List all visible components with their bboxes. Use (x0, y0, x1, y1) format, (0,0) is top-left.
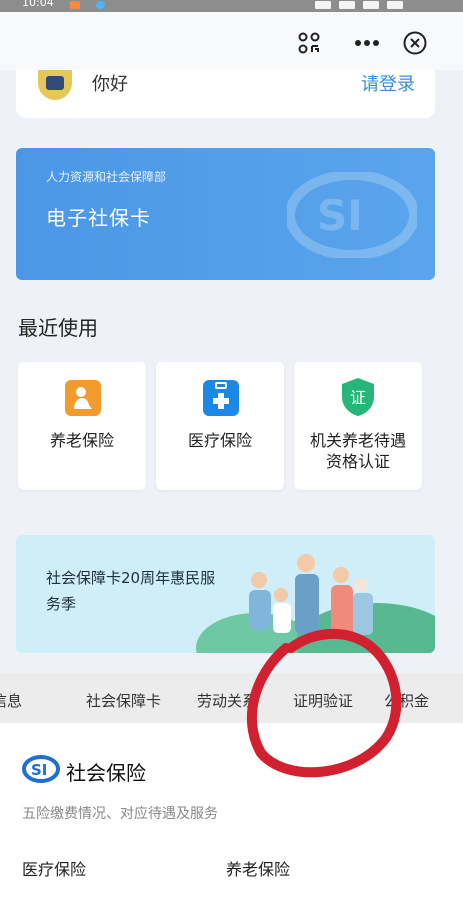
category-tabs: 信息 社会保障卡 劳动关系 证明验证 公积金 (0, 673, 463, 723)
tab-certificate-verification[interactable]: 证明验证 (293, 690, 353, 711)
certificate-shield-icon: 证 (338, 376, 378, 418)
tab-info[interactable]: 信息 (0, 690, 22, 711)
medical-kit-icon (203, 380, 239, 416)
promo-banner[interactable]: 社会保障卡20周年惠民服务季 (16, 535, 435, 653)
greeting-text: 你好 (92, 74, 128, 95)
recent-title: 最近使用 (18, 316, 98, 340)
link-medical-insurance[interactable]: 医疗保险 (22, 856, 86, 880)
avatar[interactable] (38, 70, 72, 100)
app-notification-icon (96, 1, 105, 9)
tab-housing-fund[interactable]: 公积金 (384, 690, 429, 711)
status-bar: 10:04 (0, 0, 463, 12)
notification-icon (70, 1, 80, 9)
recent-item-pension[interactable]: 养老保险 (18, 362, 146, 490)
recent-item-label: 机关养老待遇 资格认证 (309, 431, 406, 471)
greeting-card: 你好 请登录 (16, 70, 435, 118)
insurance-subtitle: 五险缴费情况、对应待遇及服务 (22, 806, 218, 822)
social-security-card[interactable]: 人力资源和社会保障部 电子社保卡 SI (16, 148, 435, 280)
family-illustration (249, 554, 373, 635)
tab-social-security-card[interactable]: 社会保障卡 (86, 690, 161, 711)
system-icons (307, 0, 447, 10)
social-insurance-section: SI 社会保险 五险缴费情况、对应待遇及服务 医疗保险 养老保险 (0, 723, 463, 898)
recent-item-label: 医疗保险 (187, 431, 252, 450)
si-watermark-icon: SI (287, 172, 417, 258)
link-pension-insurance[interactable]: 养老保险 (226, 856, 290, 880)
recent-item-medical[interactable]: 医疗保险 (156, 362, 284, 490)
close-icon[interactable] (402, 30, 428, 56)
recent-item-certification[interactable]: 证 机关养老待遇 资格认证 (294, 362, 422, 490)
card-title: 电子社保卡 (46, 206, 151, 230)
top-nav (0, 12, 463, 70)
status-time: 10:04 (22, 0, 54, 9)
si-logo-icon: SI (22, 755, 60, 783)
svg-text:SI: SI (31, 761, 47, 779)
recent-item-label: 养老保险 (49, 431, 114, 450)
login-link[interactable]: 请登录 (361, 70, 415, 96)
scan-icon[interactable] (296, 30, 322, 56)
tab-labor-relations[interactable]: 劳动关系 (197, 690, 257, 711)
cert-badge-text: 证 (350, 388, 366, 407)
insurance-title: 社会保险 (66, 761, 146, 785)
more-icon[interactable] (354, 30, 380, 56)
svg-text:SI: SI (317, 191, 363, 240)
card-org: 人力资源和社会保障部 (46, 170, 167, 184)
pension-icon (65, 380, 101, 416)
banner-text: 社会保障卡20周年惠民服务季 (46, 569, 216, 613)
